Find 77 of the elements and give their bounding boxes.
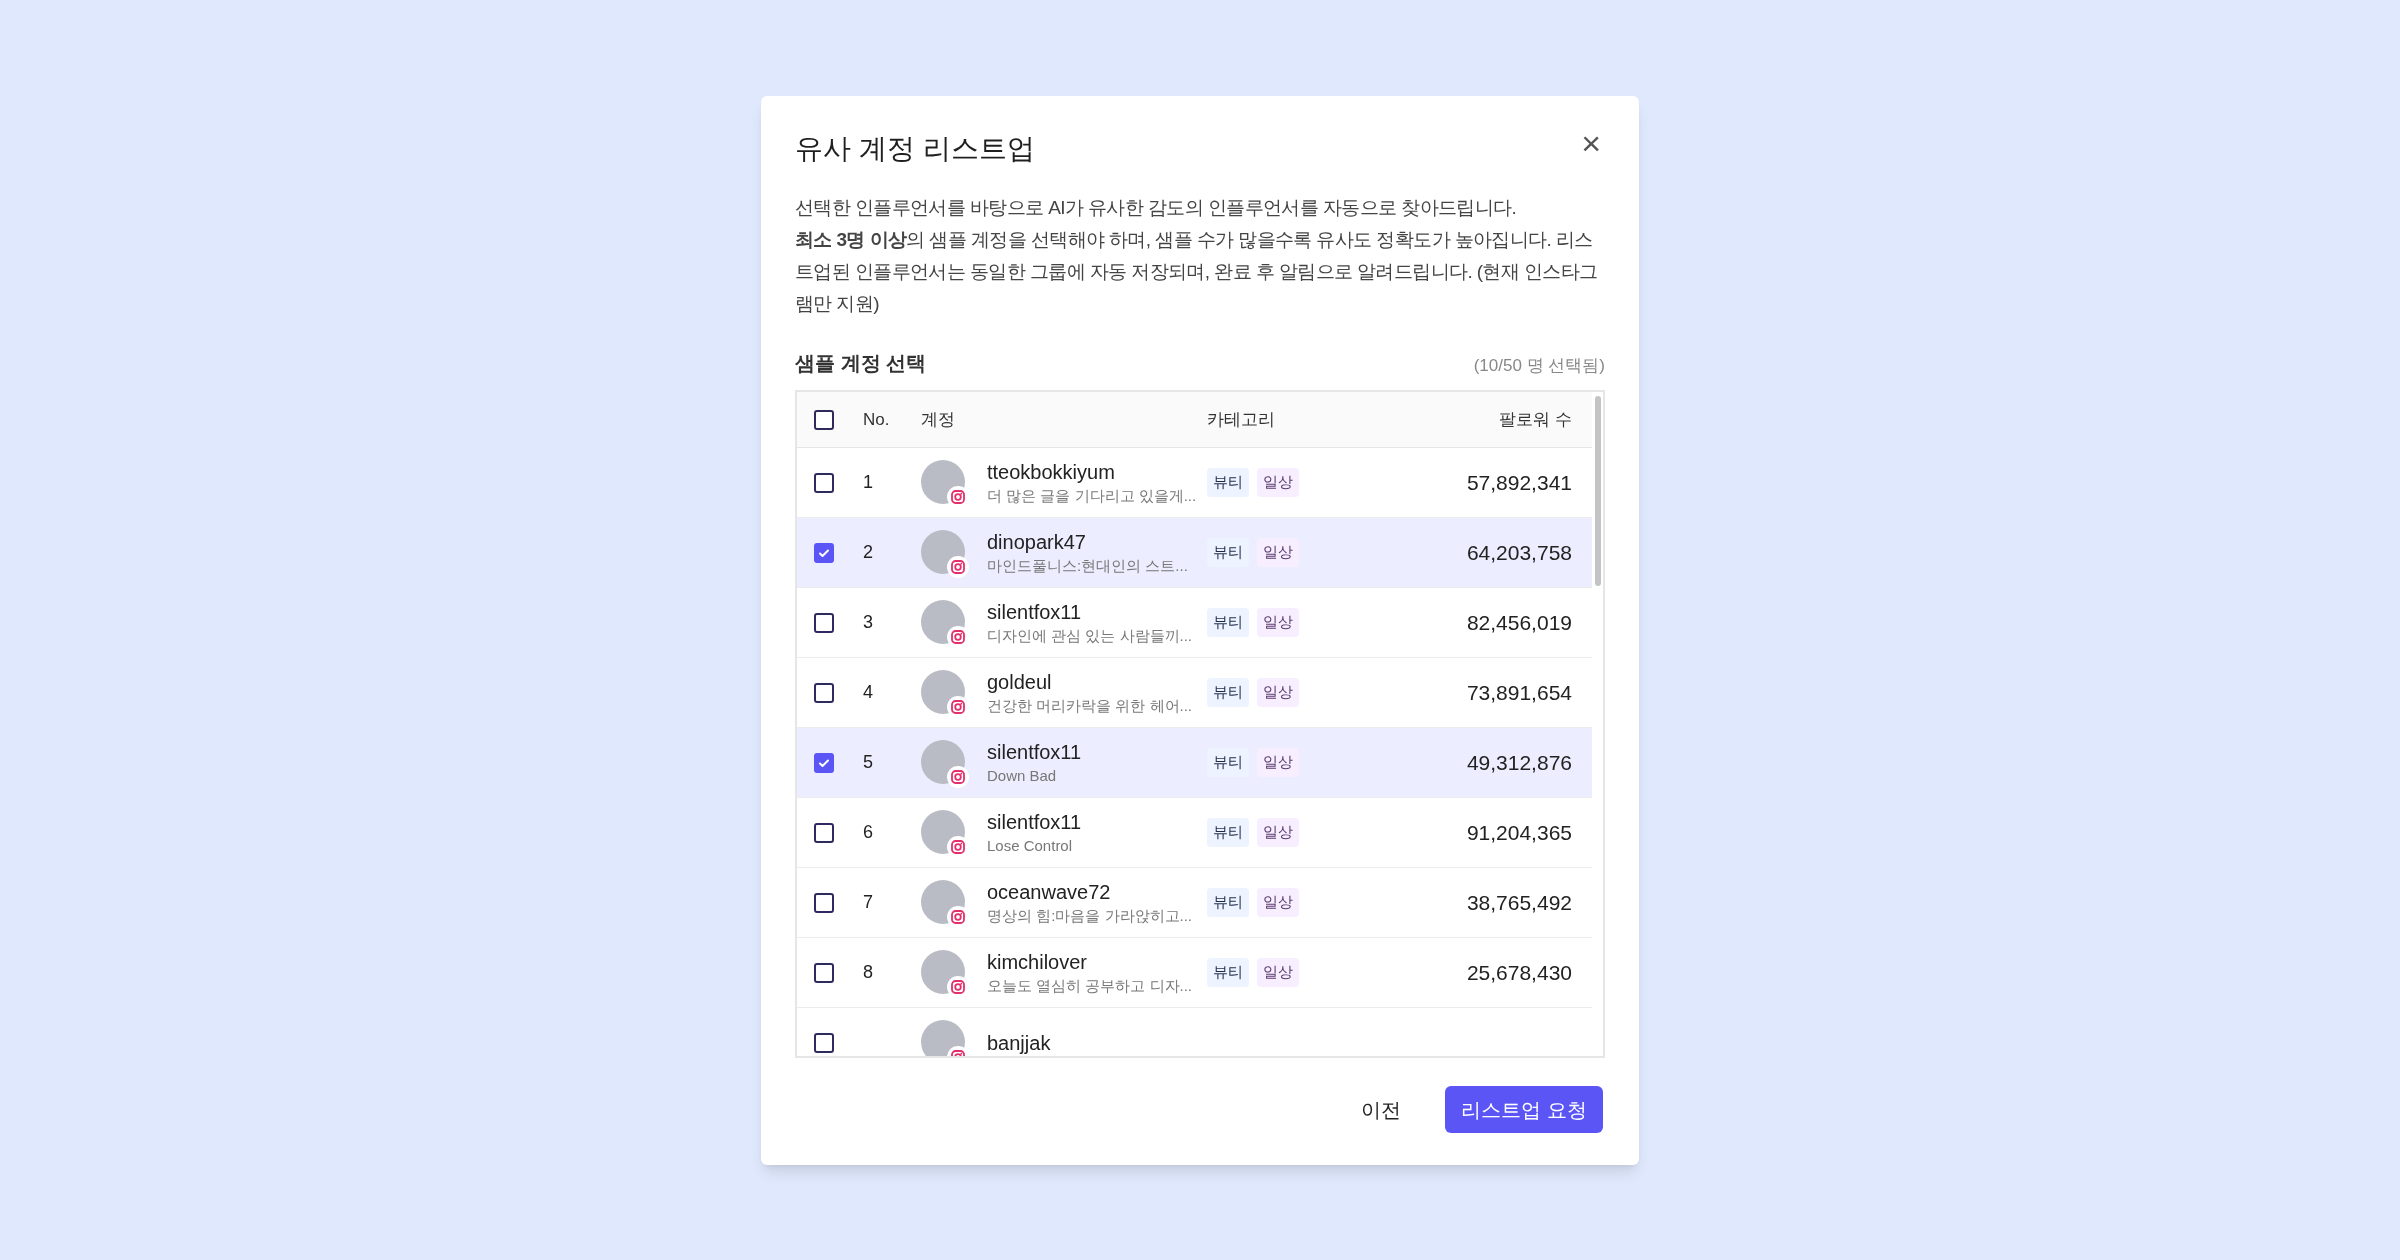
category-tag: 뷰티 <box>1207 468 1249 497</box>
category-tag: 뷰티 <box>1207 608 1249 637</box>
category-tag: 일상 <box>1257 608 1299 637</box>
row-number: 7 <box>863 892 873 912</box>
follower-count: 91,204,365 <box>1466 820 1572 844</box>
row-number: 8 <box>863 962 873 982</box>
column-header: 계정 <box>921 409 955 429</box>
username: goldeul <box>987 669 1053 695</box>
username: silentfox11 <box>987 809 1082 835</box>
selection-count: (10/50 명 선택됨) <box>1473 354 1605 377</box>
category-tag: 일상 <box>1257 888 1299 917</box>
account-bio: 건강한 머리카락을 위한 헤어... <box>987 695 1192 716</box>
account-bio: Down Bad <box>987 765 1058 786</box>
section-title: 샘플 계정 선택 <box>795 351 927 376</box>
category-tag: 일상 <box>1257 538 1299 567</box>
checkbox[interactable] <box>814 409 834 430</box>
follower-count: 38,765,492 <box>1466 890 1572 914</box>
checkbox[interactable] <box>814 752 834 773</box>
category-tag: 일상 <box>1257 818 1299 847</box>
category-tag: 뷰티 <box>1207 888 1249 917</box>
close-button[interactable]: × <box>1577 126 1605 160</box>
username: silentfox11 <box>987 739 1082 765</box>
follower-count: 57,892,341 <box>1466 470 1572 494</box>
checkbox[interactable] <box>814 682 834 703</box>
checkbox[interactable] <box>814 472 834 493</box>
username: oceanwave72 <box>987 879 1112 905</box>
username: kimchilover <box>987 949 1089 975</box>
username: banjjak <box>987 1030 1051 1056</box>
table-row[interactable]: 2 dinopark47 마인드풀니스:현대인의 스트... 뷰티 일상 64,203,758 <box>797 518 1592 588</box>
username: tteokbokkiyum <box>987 459 1116 485</box>
category-tag: 뷰티 <box>1207 678 1249 707</box>
column-header: 카테고리 <box>1207 409 1275 429</box>
row-number: 1 <box>863 472 873 492</box>
row-number: 4 <box>863 682 873 702</box>
camera-icon <box>947 765 969 788</box>
category-tag: 일상 <box>1257 958 1299 987</box>
checkbox[interactable] <box>814 822 834 843</box>
camera-icon <box>947 555 969 578</box>
description-text: 선택한 인플루언서를 바탕으로 AI가 유사한 감도의 인플루언서를 자동으로 찾아드립니다. <box>795 196 1518 220</box>
checkbox[interactable] <box>814 892 834 913</box>
checkbox[interactable] <box>814 612 834 633</box>
follower-count: 73,891,654 <box>1466 680 1572 704</box>
account-bio: Lose Control <box>987 835 1074 856</box>
dialog-title: 유사 계정 리스트업 <box>795 132 1035 166</box>
column-header: No. <box>863 409 890 429</box>
back-button[interactable]: 이전 <box>1353 1086 1409 1133</box>
row-number: 3 <box>863 612 873 632</box>
category-tag: 뷰티 <box>1207 538 1249 567</box>
category-tag: 뷰티 <box>1207 958 1249 987</box>
row-number: 2 <box>863 542 873 562</box>
follower-count: 64,203,758 <box>1466 540 1572 564</box>
follower-count: 49,312,876 <box>1466 750 1572 774</box>
account-bio: 오늘도 열심히 공부하고 디자... <box>987 975 1192 996</box>
avatar-photo <box>921 1019 965 1056</box>
category-tag: 일상 <box>1257 748 1299 777</box>
row-number: 6 <box>863 822 873 842</box>
table-row[interactable]: 5 silentfox11 Down Bad 뷰티 일상 49,312,876 <box>797 728 1592 798</box>
checkbox[interactable] <box>814 542 834 563</box>
username: dinopark47 <box>987 529 1087 555</box>
username: silentfox11 <box>987 599 1083 625</box>
checkbox[interactable] <box>814 962 834 983</box>
category-tag: 뷰티 <box>1207 818 1249 847</box>
category-tag: 일상 <box>1257 468 1299 497</box>
category-tag: 일상 <box>1257 678 1299 707</box>
account-bio: 디자인에 관심 있는 사람들끼... <box>987 625 1192 646</box>
account-bio: 더 많은 글을 기다리고 있을게... <box>987 485 1197 506</box>
category-tag: 뷰티 <box>1207 748 1249 777</box>
follower-count: 25,678,430 <box>1466 960 1572 984</box>
listup-request-button[interactable]: 리스트업 요청 <box>1445 1086 1603 1133</box>
description-text: 최소 3명 이상의 샘플 계정을 선택해야 하며, 샘플 수가 많을수록 유사도 정확도가 높아집니다. 리스트업된 인플루언서는 동일한 그룹에 자동 저장되며, 완료 후 알림으로 알려드립니다. (현재 인스타그램만 지원) <box>795 228 1599 316</box>
column-header: 팔로워 수 <box>1499 409 1572 429</box>
account-bio: 마인드풀니스:현대인의 스트... <box>987 555 1188 576</box>
checkbox[interactable] <box>814 1032 834 1053</box>
scrollbar[interactable] <box>1595 396 1601 586</box>
row-number: 5 <box>863 752 873 772</box>
follower-count: 82,456,019 <box>1466 610 1572 634</box>
account-bio: 명상의 힘:마음을 가라앉히고... <box>987 905 1192 926</box>
